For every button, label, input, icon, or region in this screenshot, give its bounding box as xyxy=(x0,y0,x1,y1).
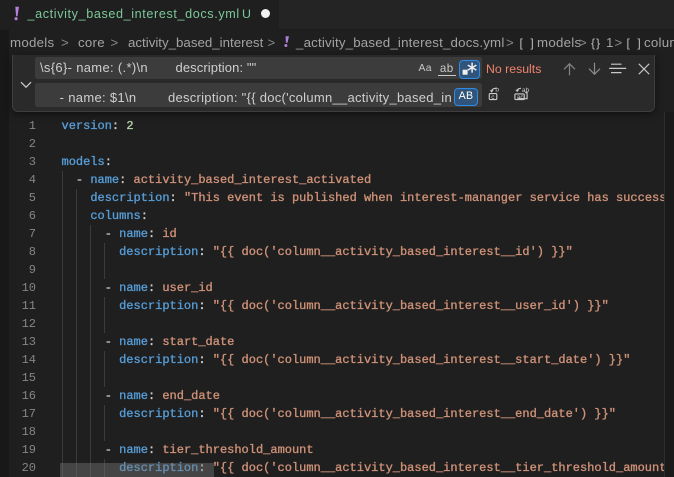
svg-text:ac: ac xyxy=(517,94,525,101)
svg-text:b: b xyxy=(495,87,499,94)
